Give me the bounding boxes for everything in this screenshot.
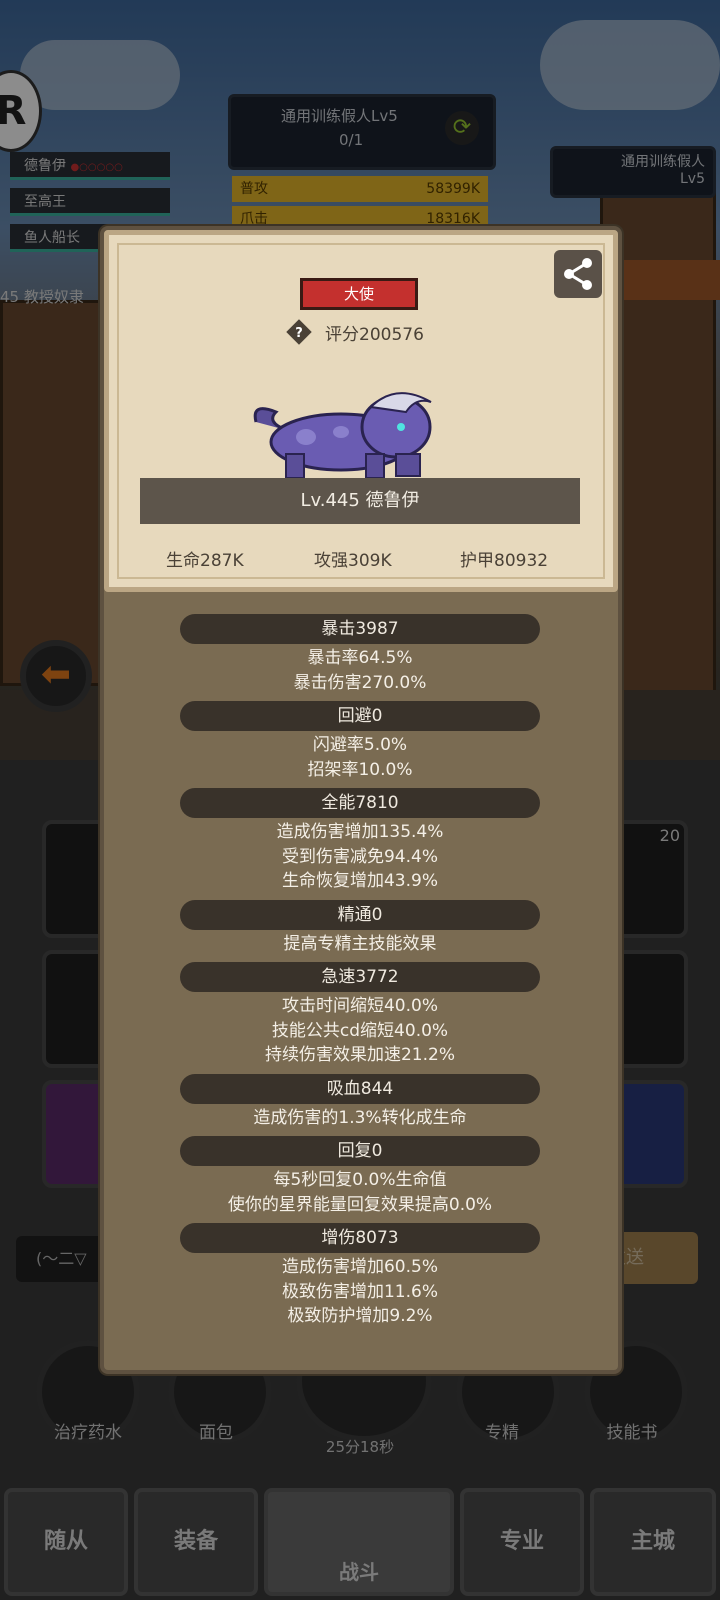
stat-detail-line: 攻击时间缩短40.0% <box>281 996 438 1016</box>
help-icon[interactable]: ? <box>286 319 312 345</box>
armor-stat: 护甲80932 <box>460 551 549 571</box>
stat-section-header: 全能7810 <box>180 788 540 818</box>
stat-detail-line: 受到伤害减免94.4% <box>281 846 438 867</box>
stat-detail-line: 生命恢复增加43.9% <box>281 871 438 891</box>
score-text: 评分200576 <box>325 325 424 345</box>
stat-section-header: 暴击3987 <box>180 614 540 644</box>
stat-detail-line: 提高专精主技能效果 <box>283 933 437 954</box>
stat-detail-line: 使你的星界能量回复效果提高0.0% <box>227 1194 493 1215</box>
stat-detail-line: 极致防护增加9.2% <box>287 1306 433 1326</box>
stat-section-header: 回复0 <box>180 1136 540 1166</box>
stat-detail-line: 暴击率64.5% <box>307 648 413 668</box>
svg-text:?: ? <box>295 326 303 341</box>
stat-detail-line: 造成伤害增加60.5% <box>281 1257 438 1277</box>
hp-stat: 生命287K <box>166 551 244 571</box>
share-icon <box>564 258 592 290</box>
stat-section-header: 急速3772 <box>180 962 540 992</box>
stat-detail-line: 造成伤害增加135.4% <box>276 822 444 842</box>
attack-power-stat: 攻强309K <box>314 551 392 571</box>
rank-badge: 大使 <box>300 278 418 310</box>
character-name-bar: Lv.445 德鲁伊 <box>140 478 580 524</box>
druid-cat-form-image <box>253 392 432 479</box>
stat-detail-line: 暴击伤害270.0% <box>293 672 427 693</box>
stat-section-header: 增伤8073 <box>180 1223 540 1253</box>
stat-section-header: 回避0 <box>180 701 540 731</box>
stat-detail-line: 闪避率5.0% <box>312 735 408 755</box>
stat-detail-line: 极致伤害增加11.6% <box>281 1281 438 1302</box>
stat-detail-line: 每5秒回复0.0%生命值 <box>273 1170 447 1190</box>
stat-detail-line: 持续伤害效果加速21.2% <box>264 1045 455 1065</box>
stat-detail-line: 技能公共cd缩短40.0% <box>271 1020 449 1041</box>
stat-section-header: 精通0 <box>180 899 540 930</box>
stat-detail-line: 造成伤害的1.3%转化成生命 <box>253 1107 467 1128</box>
share-button[interactable] <box>554 250 602 298</box>
stat-section-header: 吸血844 <box>180 1073 540 1104</box>
stat-detail-line: 招架率10.0% <box>307 759 413 780</box>
